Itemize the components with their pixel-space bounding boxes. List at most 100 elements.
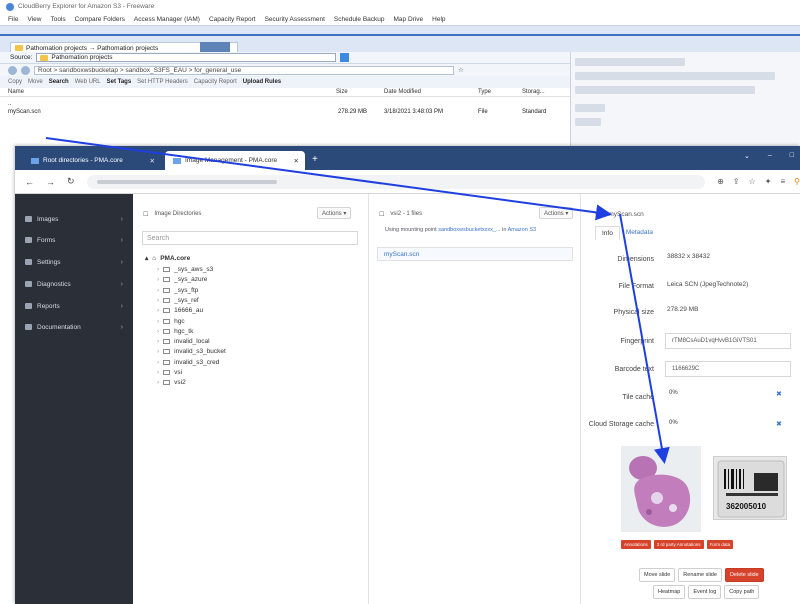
tree-item[interactable]: › _sys_ftp [157,287,198,294]
table-row[interactable]: myScan.scn 278.29 MB 3/18/2021 3:48:03 P… [0,108,570,117]
expand-icon[interactable]: › [157,379,159,386]
tab-search-icon[interactable]: ⌄ [744,152,750,160]
menu-access-manager[interactable]: Access Manager (IAM) [134,16,200,23]
close-icon[interactable]: ✕ [294,157,299,165]
share-icon[interactable]: ⇪ [733,177,740,186]
menu-schedule-backup[interactable]: Schedule Backup [334,16,385,23]
tree-item[interactable]: › _sys_ref [157,297,199,304]
close-icon[interactable]: ✕ [150,157,155,165]
sidebar-item-reports[interactable]: Reports › [15,296,133,316]
browser-tab-image-management[interactable]: Image Management - PMA.core ✕ [165,151,305,170]
slide-label-image[interactable]: 362005010 [713,456,787,520]
menu-map-drive[interactable]: Map Drive [394,16,424,23]
tree-item[interactable]: › vsi2 [157,379,186,386]
delete-slide-button[interactable]: Delete slide [724,568,764,582]
menu-security-assessment[interactable]: Security Assessment [265,16,325,23]
clear-cloud-cache-icon[interactable]: ✖ [776,420,782,428]
col-date[interactable]: Date Modified [384,89,421,95]
source-select[interactable]: Pathomation projects [36,53,337,62]
form-data-tag[interactable]: Form data [706,540,734,549]
tree-item[interactable]: › invalid_s3_bucket [157,348,226,355]
tree-item[interactable]: › hgc_tk [157,328,193,335]
profile-icon[interactable]: ⚲ [794,177,800,186]
menu-file[interactable]: File [8,16,18,23]
col-storage[interactable]: Storag... [522,89,545,95]
forward-icon[interactable] [21,65,30,75]
copy-path-button[interactable]: Copy path [724,585,760,599]
set-tags-button[interactable]: Set Tags [107,79,132,85]
tree-item[interactable]: › vsi [157,369,182,376]
menu-view[interactable]: View [27,16,41,23]
reading-list-icon[interactable]: ≡ [780,177,785,186]
collapse-icon[interactable]: ☐ [379,211,384,218]
expand-icon[interactable]: › [157,276,159,283]
annotations-tag[interactable]: Annotations [621,540,651,549]
set-http-headers-button[interactable]: Set HTTP Headers [137,79,188,85]
sidebar-item-documentation[interactable]: Documentation › [15,317,133,337]
tree-item[interactable]: › _sys_aws_s3 [157,266,213,273]
sidebar-item-images[interactable]: Images › [15,209,133,229]
menu-compare-folders[interactable]: Compare Folders [75,16,125,23]
directories-actions-button[interactable]: Actions ▾ [317,207,352,219]
back-icon[interactable]: ← [25,177,34,187]
web-url-button[interactable]: Web URL [75,79,101,85]
collapse-icon[interactable]: ☐ [143,211,148,218]
forward-icon[interactable]: → [46,177,55,187]
url-bar[interactable] [86,174,706,189]
expand-icon[interactable]: ▴ [145,254,148,262]
expand-icon[interactable]: › [157,359,159,366]
menu-tools[interactable]: Tools [50,16,65,23]
sidebar-item-settings[interactable]: Settings › [15,252,133,272]
tab-info[interactable]: Info [595,226,620,240]
address-field[interactable]: Root > sandboxwsbucketap > sandbox_S3FS_… [34,65,454,75]
menu-capacity-report[interactable]: Capacity Report [209,16,256,23]
favorite-icon[interactable]: ☆ [458,66,464,74]
menu-help[interactable]: Help [432,16,445,23]
storage-link[interactable]: Amazon S3 [508,227,536,233]
maximize-icon[interactable]: □ [790,152,794,160]
zoom-icon[interactable]: ⊕ [717,177,724,186]
mount-link[interactable]: sandboxwsbucketxxxx_... [438,227,500,233]
upload-rules-button[interactable]: Upload Rules [243,79,281,85]
expand-icon[interactable]: › [157,328,159,335]
files-actions-button[interactable]: Actions ▾ [539,207,574,219]
sidebar-item-forms[interactable]: Forms › [15,230,133,250]
expand-icon[interactable]: › [157,297,159,304]
expand-icon[interactable]: › [157,369,159,376]
col-type[interactable]: Type [478,89,491,95]
expand-icon[interactable]: › [157,338,159,345]
tree-item[interactable]: › invalid_s3_cred [157,359,219,366]
barcode-field[interactable]: 1166629C [665,361,791,377]
source-go-icon[interactable] [340,53,350,62]
move-button[interactable]: Move [28,79,43,85]
tree-item[interactable]: › _sys_azure [157,276,207,283]
third-party-annotations-tag[interactable]: 3 rd party Annotations [653,540,704,549]
reload-icon[interactable]: ↻ [67,176,75,187]
expand-icon[interactable]: › [157,287,159,294]
bookmark-star-icon[interactable]: ☆ [749,177,756,186]
rename-slide-button[interactable]: Rename slide [678,568,722,582]
minimize-icon[interactable]: – [768,152,772,160]
browser-tab-root-directories[interactable]: Root directories - PMA.core ✕ [23,151,161,170]
move-slide-button[interactable]: Move slide [639,568,676,582]
col-size[interactable]: Size [336,89,348,95]
fingerprint-field[interactable]: rTM8CsAuD1vqHvvB1GiVTS01 [665,333,791,349]
clear-tile-cache-icon[interactable]: ✖ [776,390,782,398]
expand-icon[interactable]: › [157,348,159,355]
tree-item[interactable]: › hgc [157,318,185,325]
copy-button[interactable]: Copy [8,79,22,85]
sidebar-item-diagnostics[interactable]: Diagnostics › [15,274,133,294]
new-tab-button[interactable]: + [312,154,318,165]
tab-metadata[interactable]: Metadata [620,226,659,240]
extensions-icon[interactable]: ✦ [765,177,772,186]
file-list-item[interactable]: myScan.scn [377,247,573,261]
slide-thumbnail[interactable] [621,446,701,532]
col-name[interactable]: Name [8,89,24,95]
expand-icon[interactable]: › [157,307,159,314]
expand-icon[interactable]: › [157,266,159,273]
search-button[interactable]: Search [49,79,69,85]
capacity-report-button[interactable]: Capacity Report [194,79,237,85]
event-log-button[interactable]: Event log [688,585,722,599]
heatmap-button[interactable]: Heatmap [653,585,686,599]
tree-root[interactable]: ▴ ⌂ PMA.core [145,254,190,263]
